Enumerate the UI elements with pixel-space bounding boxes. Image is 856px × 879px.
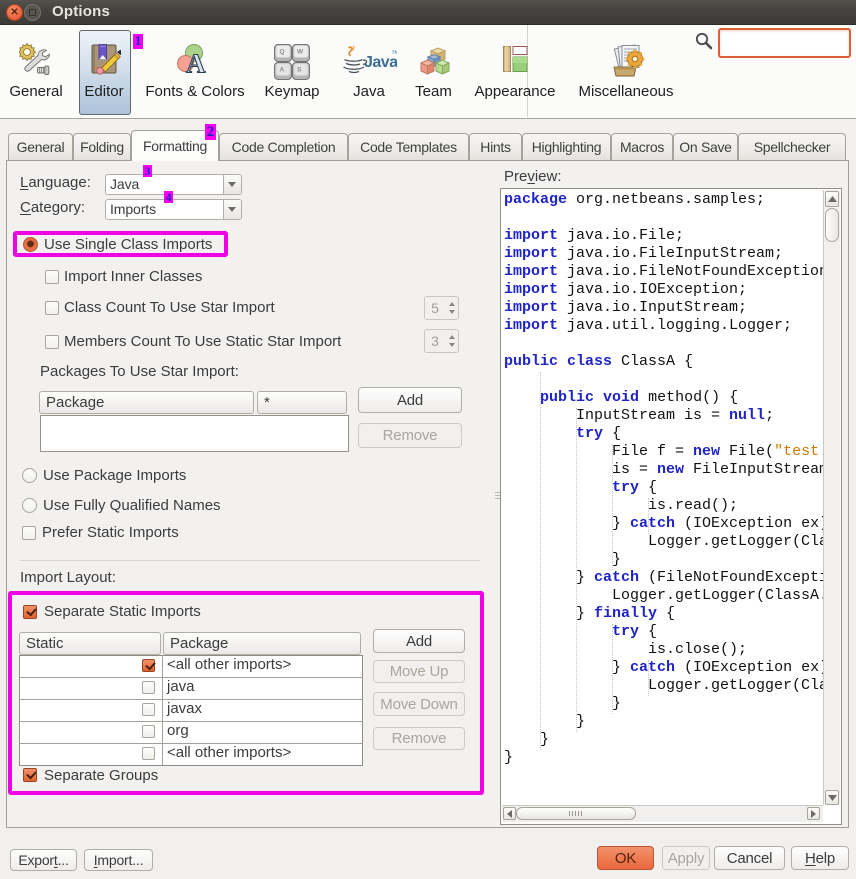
svg-text:W: W: [297, 49, 304, 56]
svg-text:Q: Q: [280, 49, 285, 56]
svg-text:S: S: [297, 67, 302, 74]
svg-text:A: A: [186, 49, 206, 79]
svg-text:™: ™: [391, 49, 397, 58]
svg-text:A: A: [280, 67, 285, 74]
